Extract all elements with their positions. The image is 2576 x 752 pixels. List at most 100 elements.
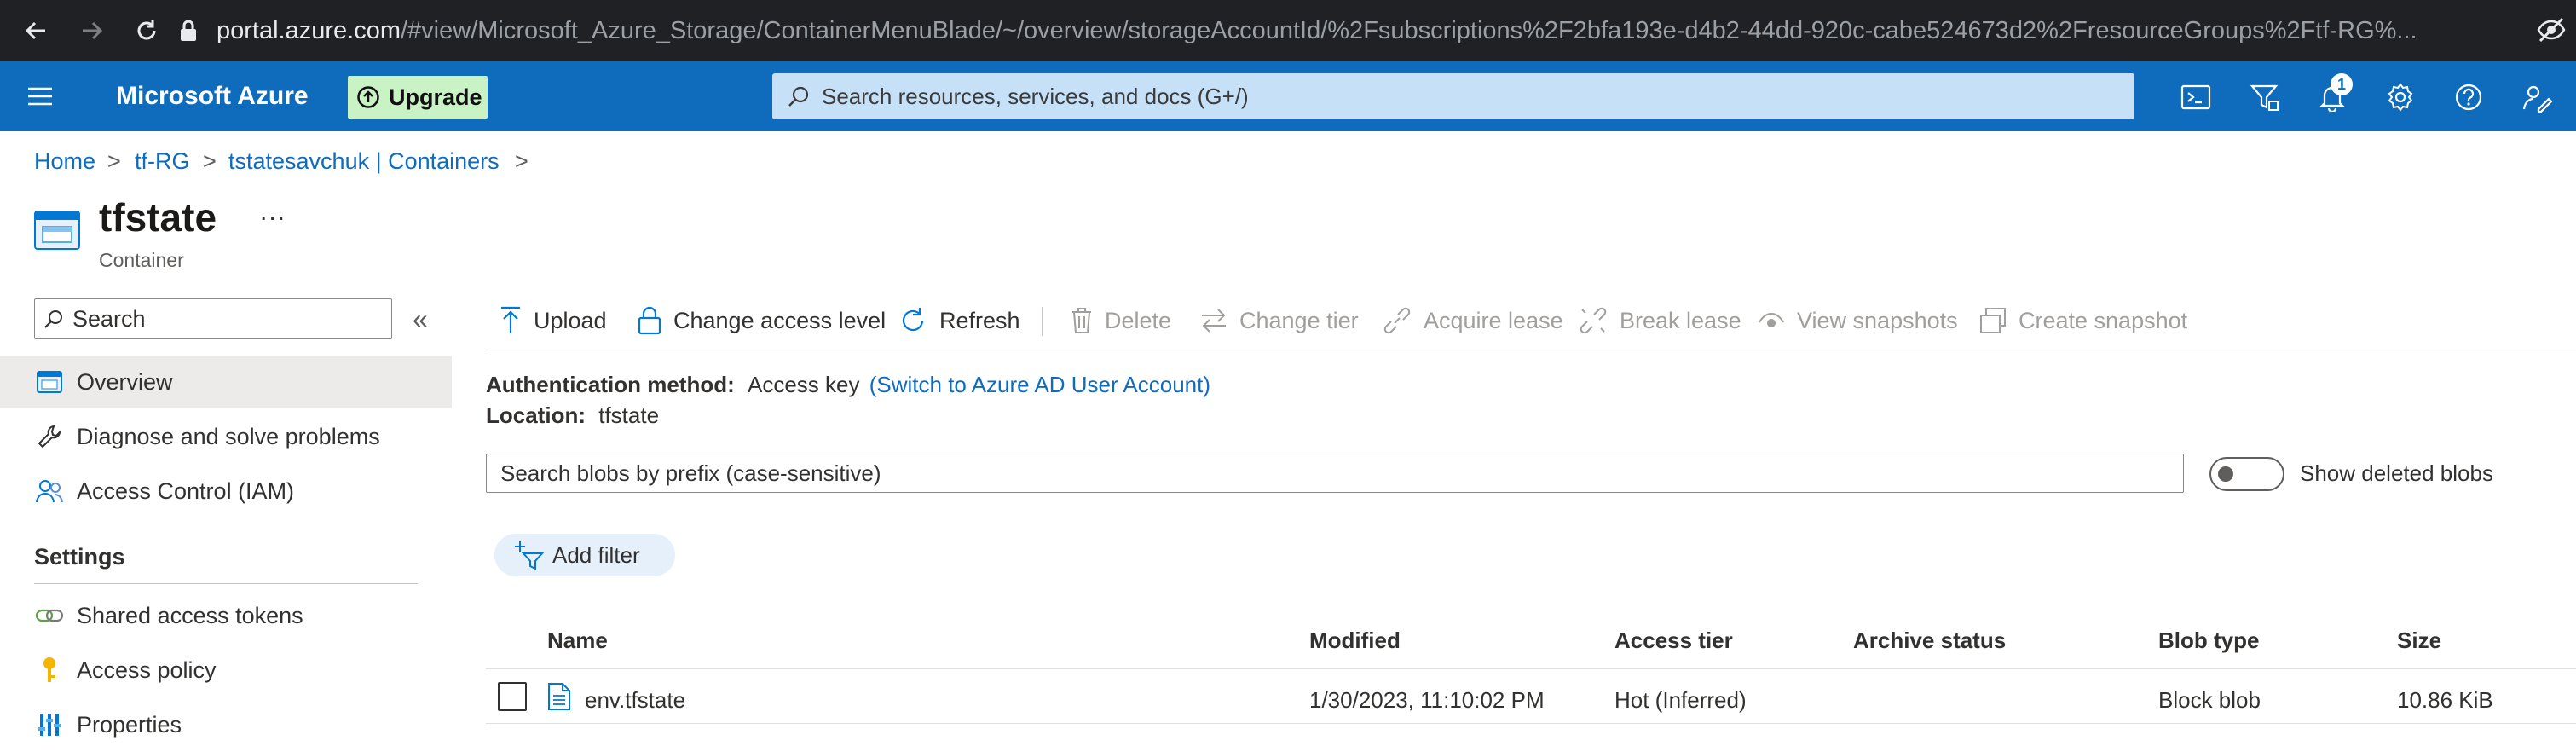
settings-gear-icon[interactable]	[2380, 77, 2421, 118]
help-icon[interactable]	[2448, 77, 2489, 118]
change-access-level-button[interactable]: Change access level	[638, 300, 886, 341]
sidebar-item-access-policy[interactable]: Access policy	[0, 645, 452, 696]
view-snapshots-button[interactable]: View snapshots	[1758, 300, 1958, 341]
show-deleted-blobs-label: Show deleted blobs	[2300, 460, 2493, 486]
eye-icon	[1758, 310, 1785, 331]
authentication-method-row: Authentication method: Access key (Switc…	[486, 372, 1210, 398]
feedback-icon[interactable]	[2516, 77, 2557, 118]
global-search-placeholder: Search resources, services, and docs (G+…	[822, 83, 1249, 109]
lock-icon	[179, 19, 198, 43]
switch-auth-link[interactable]: (Switch to Azure AD User Account)	[869, 372, 1210, 397]
sidebar-item-overview[interactable]: Overview	[0, 356, 452, 408]
column-header-name[interactable]: Name	[547, 628, 608, 654]
people-icon	[32, 478, 66, 504]
upgrade-label: Upgrade	[389, 84, 482, 110]
blob-type: Block blob	[2158, 687, 2261, 713]
acquire-lease-button[interactable]: Acquire lease	[1383, 300, 1563, 341]
location-label: Location:	[486, 402, 586, 428]
refresh-button[interactable]: Refresh	[898, 300, 1020, 341]
auth-method-value: Access key	[748, 372, 860, 397]
sidebar-item-diagnose[interactable]: Diagnose and solve problems	[0, 411, 452, 462]
row-select-checkbox[interactable]	[498, 682, 527, 711]
sidebar-item-label: Diagnose and solve problems	[77, 423, 380, 449]
file-icon	[547, 682, 571, 715]
upload-button[interactable]: Upload	[500, 300, 607, 341]
upgrade-arrow-icon	[356, 85, 380, 109]
break-lease-button[interactable]: Break lease	[1579, 300, 1741, 341]
search-icon	[788, 85, 810, 107]
create-snapshot-label: Create snapshot	[2019, 307, 2188, 333]
view-snapshots-label: View snapshots	[1797, 307, 1958, 333]
add-filter-button[interactable]: Add filter	[494, 534, 675, 576]
url-text: portal.azure.com/#view/Microsoft_Azure_S…	[217, 17, 2518, 45]
sidebar-item-label: Access policy	[77, 657, 217, 683]
column-header-archive-status[interactable]: Archive status	[1853, 628, 2006, 654]
sidebar-item-shared-access-tokens[interactable]: Shared access tokens	[0, 590, 452, 641]
breadcrumb-resource-group[interactable]: tf-RG	[135, 148, 190, 175]
container-icon	[32, 371, 66, 393]
auth-method-label: Authentication method:	[486, 372, 735, 397]
column-header-size[interactable]: Size	[2397, 628, 2441, 654]
container-header-icon	[34, 210, 80, 255]
page-subtitle: Container	[99, 249, 184, 271]
change-tier-label: Change tier	[1239, 307, 1359, 333]
blob-size: 10.86 KiB	[2397, 687, 2493, 713]
page-title: tfstate	[99, 195, 217, 240]
forward-icon[interactable]	[73, 12, 111, 49]
reload-icon[interactable]	[128, 12, 165, 49]
sidebar-item-iam[interactable]: Access Control (IAM)	[0, 466, 452, 517]
sidebar-item-label: Shared access tokens	[77, 602, 303, 628]
directory-filter-icon[interactable]	[2244, 77, 2284, 118]
more-options-button[interactable]: ...	[260, 198, 286, 227]
properties-icon	[32, 712, 66, 738]
toggle-knob	[2218, 466, 2233, 482]
search-icon	[43, 309, 64, 329]
broken-link-icon	[1579, 306, 1608, 335]
notification-count-badge: 1	[2331, 73, 2353, 95]
blob-modified: 1/30/2023, 11:10:02 PM	[1309, 687, 1545, 713]
sidebar-search-placeholder: Search	[72, 305, 146, 332]
change-access-level-label: Change access level	[673, 307, 887, 333]
cloud-shell-icon[interactable]	[2175, 77, 2216, 118]
show-deleted-blobs-toggle[interactable]	[2209, 457, 2284, 491]
sidebar-section-divider	[34, 583, 418, 584]
wrench-icon	[32, 424, 66, 449]
blob-name-link[interactable]: env.tfstate	[585, 687, 685, 714]
upgrade-button[interactable]: Upgrade	[348, 76, 488, 119]
brand-name[interactable]: Microsoft Azure	[116, 82, 309, 111]
sidebar-search-input[interactable]: Search	[34, 298, 392, 339]
url-host: portal.azure.com	[217, 16, 401, 44]
column-header-modified[interactable]: Modified	[1309, 628, 1401, 654]
breadcrumb-separator: >	[203, 148, 217, 174]
sidebar-item-label: Overview	[77, 368, 173, 395]
eye-off-icon[interactable]	[2537, 17, 2566, 47]
trash-icon	[1071, 307, 1093, 334]
change-tier-button[interactable]: Change tier	[1200, 300, 1359, 341]
breadcrumb-home[interactable]: Home	[34, 148, 95, 175]
blob-access-tier: Hot (Inferred)	[1614, 687, 1747, 713]
sidebar-item-properties[interactable]: Properties	[0, 699, 452, 750]
create-snapshot-button[interactable]: Create snapshot	[1979, 300, 2187, 341]
upload-icon	[500, 306, 522, 335]
add-filter-label: Add filter	[552, 541, 640, 568]
hamburger-menu-icon[interactable]	[26, 85, 55, 112]
column-header-blob-type[interactable]: Blob type	[2158, 628, 2259, 654]
add-filter-icon	[513, 540, 546, 570]
delete-button[interactable]: Delete	[1071, 300, 1171, 341]
collapse-sidebar-button[interactable]: «	[413, 304, 428, 335]
upload-label: Upload	[534, 307, 607, 333]
acquire-lease-label: Acquire lease	[1424, 307, 1563, 333]
global-search-input[interactable]: Search resources, services, and docs (G+…	[772, 73, 2134, 119]
sidebar-item-label: Access Control (IAM)	[77, 477, 295, 504]
address-bar[interactable]: portal.azure.com/#view/Microsoft_Azure_S…	[179, 5, 2576, 56]
breadcrumb-containers[interactable]: tstatesavchuk | Containers	[228, 148, 500, 175]
back-icon[interactable]	[17, 12, 55, 49]
blob-prefix-search-input[interactable]: Search blobs by prefix (case-sensitive)	[486, 454, 2184, 493]
url-path: /#view/Microsoft_Azure_Storage/Container…	[401, 16, 2417, 44]
lock-icon	[638, 306, 661, 335]
column-header-access-tier[interactable]: Access tier	[1614, 628, 1733, 654]
toolbar-divider	[1042, 307, 1043, 336]
snapshot-icon	[1979, 307, 2007, 334]
location-row: Location: tfstate	[486, 402, 659, 429]
breadcrumb-separator: >	[515, 148, 528, 174]
